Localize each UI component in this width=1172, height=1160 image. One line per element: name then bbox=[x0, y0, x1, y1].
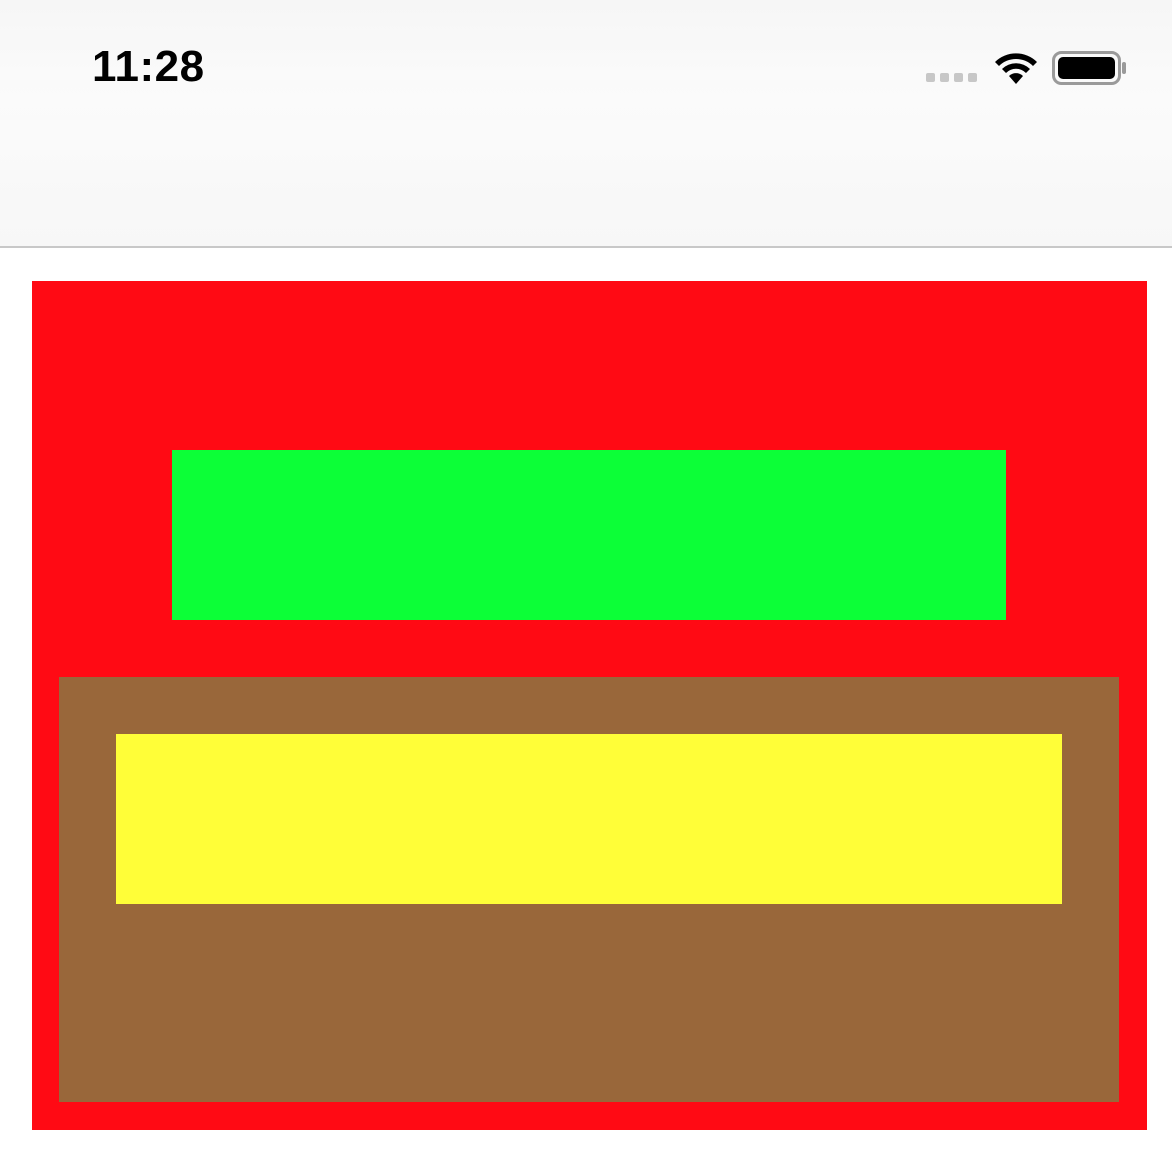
red-container-view bbox=[32, 281, 1147, 1130]
app-screen: 11:28 bbox=[0, 0, 1172, 1160]
yellow-view bbox=[116, 734, 1062, 904]
navigation-bar: 11:28 bbox=[0, 0, 1172, 248]
cellular-signal-icon bbox=[926, 73, 977, 82]
status-bar: 11:28 bbox=[0, 0, 1172, 130]
status-time: 11:28 bbox=[92, 42, 205, 91]
green-view bbox=[172, 450, 1006, 620]
brown-container-view bbox=[59, 677, 1119, 1102]
wifi-icon bbox=[995, 53, 1037, 84]
battery-icon bbox=[1052, 51, 1126, 85]
content-area bbox=[0, 248, 1172, 1160]
